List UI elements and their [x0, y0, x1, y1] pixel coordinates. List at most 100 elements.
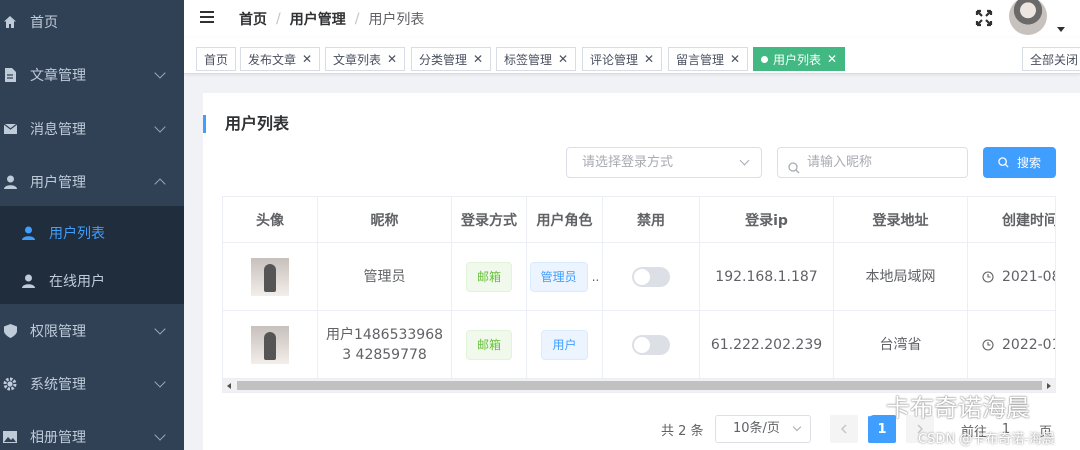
- created-time: 2022-01: [1002, 336, 1056, 353]
- sidebar-item-label: 首页: [30, 15, 58, 31]
- tags-view: 首页 发布文章 ✕ 文章列表 ✕ 分类管理 ✕ 标签管理 ✕ 评论管理 ✕ 留言…: [184, 38, 1080, 74]
- scroll-left-icon[interactable]: [227, 383, 231, 389]
- sidebar-item-label: 权限管理: [30, 324, 86, 340]
- tag-label: 发布文章: [248, 52, 297, 67]
- login-type-badge: 邮箱: [465, 329, 512, 360]
- created-time: 2021-08: [1002, 268, 1056, 285]
- login-type-select[interactable]: 请选择登录方式: [566, 147, 762, 178]
- sidebar-item-messages[interactable]: 消息管理: [0, 102, 184, 156]
- shield-icon: [2, 323, 18, 339]
- tag-messages[interactable]: 留言管理 ✕: [668, 47, 749, 71]
- fullscreen-icon[interactable]: [975, 9, 993, 27]
- column-header: 登录ip: [700, 197, 834, 243]
- disable-toggle[interactable]: [632, 266, 670, 287]
- tag-label: 留言管理: [676, 52, 725, 67]
- watermark-text: 卡布奇诺海晨: [886, 394, 1030, 422]
- breadcrumb-home[interactable]: 首页: [239, 9, 267, 29]
- sidebar-item-label: 系统管理: [30, 377, 86, 393]
- table-cell-avatar: [223, 311, 318, 379]
- mail-icon: [2, 121, 18, 137]
- tag-label: 评论管理: [590, 52, 639, 67]
- clock-icon: [982, 338, 994, 351]
- sidebar-item-label: 文章管理: [30, 68, 86, 84]
- table-cell-created: 2021-08: [968, 243, 1056, 311]
- clock-icon: [982, 270, 994, 283]
- tag-home[interactable]: 首页: [196, 47, 237, 71]
- active-dot-icon: [761, 55, 768, 63]
- table-cell-role: 用户: [527, 311, 603, 379]
- chevron-down-icon: [154, 376, 166, 388]
- page-size-select[interactable]: 10条/页: [715, 415, 811, 443]
- column-header: 创建时间: [968, 197, 1055, 243]
- tag-article-list[interactable]: 文章列表 ✕: [325, 47, 406, 71]
- close-icon[interactable]: ✕: [387, 52, 397, 66]
- breadcrumb-section[interactable]: 用户管理: [290, 9, 346, 29]
- user-avatar-image: [251, 257, 289, 296]
- chevron-down-icon: [739, 155, 750, 166]
- avatar[interactable]: [1009, 0, 1047, 35]
- close-icon[interactable]: ✕: [558, 52, 568, 66]
- tag-comments[interactable]: 评论管理 ✕: [582, 47, 663, 71]
- close-icon[interactable]: ✕: [730, 52, 740, 66]
- table-cell-ip: 61.222.202.239: [700, 311, 834, 379]
- sidebar-item-online-users[interactable]: 在线用户: [0, 256, 184, 306]
- column-header: 登录地址: [834, 197, 968, 243]
- table-cell-nickname: 管理员: [318, 243, 452, 311]
- page-size-value: 10条/页: [733, 421, 780, 436]
- search-button[interactable]: 搜索: [983, 147, 1056, 178]
- hamburger-menu-icon[interactable]: [200, 11, 214, 25]
- tag-category[interactable]: 分类管理 ✕: [411, 47, 492, 71]
- sidebar-item-system[interactable]: 系统管理: [0, 357, 184, 411]
- tag-tags[interactable]: 标签管理 ✕: [496, 47, 577, 71]
- sidebar-item-user-list[interactable]: 用户列表: [0, 208, 184, 258]
- user-table: 头像 昵称 登录方式 用户角色 禁用 登录ip 登录地址 创建时间 管理员 邮箱…: [222, 196, 1056, 393]
- role-overflow: ..: [591, 269, 600, 284]
- image-icon: [2, 429, 18, 445]
- role-badge: 用户: [541, 329, 588, 360]
- table-cell-address: 台湾省: [834, 311, 968, 379]
- tag-publish-article[interactable]: 发布文章 ✕: [240, 47, 321, 71]
- tag-user-list[interactable]: 用户列表 ✕: [753, 47, 846, 71]
- column-header: 登录方式: [452, 197, 527, 243]
- csdn-watermark: CSDN @卡布奇诺-海晨: [918, 432, 1055, 447]
- tag-label: 标签管理: [504, 52, 553, 67]
- sidebar-item-home[interactable]: 首页: [0, 0, 184, 49]
- search-button-label: 搜索: [1016, 156, 1041, 170]
- sidebar-item-permissions[interactable]: 权限管理: [0, 304, 184, 358]
- close-icon[interactable]: ✕: [827, 52, 837, 66]
- navbar: 首页 / 用户管理 / 用户列表: [184, 0, 1080, 38]
- scroll-right-icon[interactable]: [1047, 383, 1051, 389]
- table-cell-disabled: [603, 311, 700, 379]
- chevron-down-icon: [154, 429, 166, 441]
- table-cell-avatar: [223, 243, 318, 311]
- search-icon: [998, 157, 1009, 168]
- user-submenu: 用户列表 在线用户: [0, 206, 184, 304]
- caret-down-icon[interactable]: [1057, 27, 1065, 32]
- pagination-total: 共 2 条: [661, 424, 704, 439]
- user-icon: [2, 174, 18, 190]
- close-icon[interactable]: ✕: [644, 52, 654, 66]
- table-cell-disabled: [603, 243, 700, 311]
- tag-label: 文章列表: [333, 52, 382, 67]
- watermark: 卡布奇诺海晨: [848, 388, 1030, 423]
- tag-label: 用户列表: [773, 52, 822, 67]
- chevron-down-icon: [154, 67, 166, 79]
- disable-toggle[interactable]: [632, 334, 670, 355]
- select-placeholder: 请选择登录方式: [582, 155, 674, 170]
- tag-label: 首页: [204, 52, 229, 67]
- breadcrumb: 首页 / 用户管理 / 用户列表: [239, 9, 424, 29]
- close-all-button[interactable]: 全部关闭: [1022, 47, 1080, 71]
- close-icon[interactable]: ✕: [302, 52, 312, 66]
- chevron-down-icon: [154, 121, 166, 133]
- nickname-search-input[interactable]: 请输入昵称: [777, 147, 968, 178]
- sidebar-item-users[interactable]: 用户管理: [0, 155, 184, 209]
- sidebar-item-articles[interactable]: 文章管理: [0, 48, 184, 102]
- close-icon[interactable]: ✕: [473, 52, 483, 66]
- sidebar-item-albums[interactable]: 相册管理: [0, 410, 184, 450]
- column-header: 头像: [223, 197, 318, 243]
- search-icon: [788, 156, 800, 185]
- column-header: 禁用: [603, 197, 700, 243]
- column-header: 昵称: [318, 197, 452, 243]
- sidebar-item-label: 用户管理: [30, 175, 86, 191]
- user-icon: [20, 225, 36, 241]
